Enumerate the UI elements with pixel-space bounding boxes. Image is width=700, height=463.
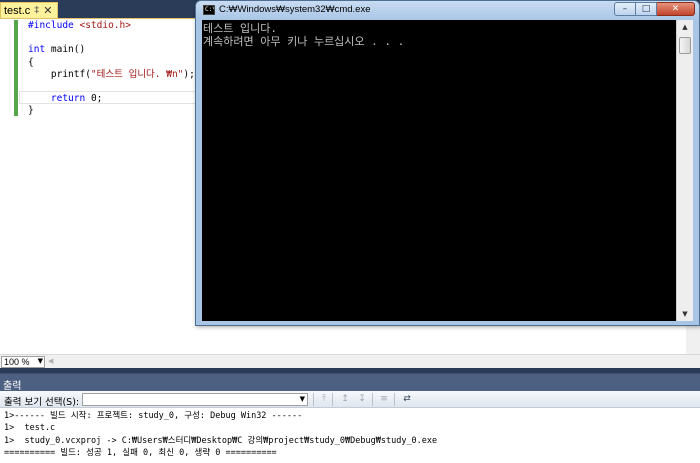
zoom-level-value: 100 %: [4, 357, 30, 367]
code-token: return: [50, 93, 86, 105]
minimize-button[interactable]: –: [614, 2, 636, 16]
code-token: printf(: [28, 68, 91, 80]
code-line[interactable]: printf("테스트 입니다. ₩n");: [28, 69, 195, 81]
code-line[interactable]: }: [28, 105, 195, 117]
console-output-text: 테스트 입니다. 계속하려면 아무 키나 누르십시오 . . .: [203, 22, 405, 48]
console-window[interactable]: C:\ C:₩Windows₩system32₩cmd.exe – □ ✕ 테스…: [195, 0, 700, 326]
scroll-up-arrow-icon[interactable]: ▲: [677, 20, 693, 34]
scrollbar-thumb[interactable]: [679, 37, 691, 54]
close-icon[interactable]: ✕: [43, 5, 52, 16]
code-line[interactable]: #include <stdio.h>: [28, 20, 195, 32]
scroll-down-arrow-icon[interactable]: ▼: [677, 307, 693, 321]
clear-all-icon[interactable]: ≡: [378, 394, 390, 405]
code-token: "테스트 입니다. ₩n": [90, 68, 184, 80]
console-app-icon[interactable]: C:\: [203, 5, 215, 15]
code-line[interactable]: return 0;: [28, 93, 195, 105]
toolbar-divider: [394, 393, 395, 406]
output-toolbar: 출력 보기 선택(S): ▼ ⤒ ↥ ↧ ≡ ⇄: [0, 391, 700, 408]
maximize-button[interactable]: □: [636, 2, 657, 16]
output-content[interactable]: 1>------ 빌드 시작: 프로젝트: study_0, 구성: Debug…: [0, 408, 700, 463]
output-line: 1> test.c: [4, 423, 56, 434]
chevron-down-icon[interactable]: ▼: [300, 395, 305, 403]
editor-gutter[interactable]: [0, 19, 14, 355]
toolbar-divider: [372, 393, 373, 406]
code-token: }: [28, 105, 34, 117]
code-token: );: [183, 68, 195, 80]
code-line[interactable]: [28, 32, 195, 44]
code-token: 0;: [85, 93, 103, 105]
code-token: int: [28, 44, 46, 56]
console-titlebar[interactable]: C:\ C:₩Windows₩system32₩cmd.exe – □ ✕: [196, 1, 699, 20]
code-line[interactable]: {: [28, 57, 195, 69]
visual-studio-ide: test.c ‡ ✕ #include <stdio.h> int main(){…: [0, 0, 700, 463]
code-token: #include: [28, 20, 80, 31]
source-code[interactable]: #include <stdio.h> int main(){ printf("테스…: [28, 20, 195, 118]
window-controls: – □ ✕: [614, 2, 695, 16]
output-line: 1>------ 빌드 시작: 프로젝트: study_0, 구성: Debug…: [4, 411, 303, 421]
code-line[interactable]: [28, 81, 195, 93]
tab-test-c[interactable]: test.c ‡ ✕: [0, 2, 58, 18]
word-wrap-icon[interactable]: ⇄: [401, 394, 413, 405]
chevron-down-icon[interactable]: ▼: [38, 357, 43, 365]
tab-label: test.c: [4, 4, 31, 17]
pin-icon[interactable]: ‡: [34, 5, 39, 16]
toolbar-divider: [332, 393, 333, 406]
goto-next-message-icon[interactable]: ↥: [339, 394, 351, 405]
console-vertical-scrollbar[interactable]: ▲ ▼: [676, 20, 693, 321]
output-line: ========== 빌드: 성공 1, 실패 0, 최신 0, 생략 0 ==…: [4, 447, 277, 458]
scroll-left-arrow-icon[interactable]: ◀: [48, 357, 53, 365]
output-panel-title: 출력: [3, 381, 22, 392]
code-line[interactable]: int main(): [28, 44, 195, 56]
close-window-button[interactable]: ✕: [657, 2, 695, 16]
output-line: 1> study_0.vcxproj -> C:₩Users₩스터디₩Deskt…: [4, 435, 438, 446]
output-log[interactable]: 1>------ 빌드 시작: 프로젝트: study_0, 구성: Debug…: [4, 410, 437, 459]
output-panel-titlebar[interactable]: 출력: [0, 373, 700, 392]
find-message-icon[interactable]: ↧: [356, 394, 368, 405]
console-title: C:₩Windows₩system32₩cmd.exe: [219, 4, 371, 15]
output-source-label: 출력 보기 선택(S):: [4, 397, 80, 408]
code-token: main(): [45, 44, 86, 56]
change-tracking-bar: [14, 20, 18, 116]
goto-prev-message-icon[interactable]: ⤒: [318, 394, 330, 405]
output-source-select[interactable]: ▼: [82, 393, 308, 406]
code-token: {: [28, 56, 34, 68]
console-output-area[interactable]: 테스트 입니다. 계속하려면 아무 키나 누르십시오 . . .: [202, 20, 676, 321]
zoom-level-select[interactable]: 100 % ▼: [1, 356, 45, 368]
toolbar-divider: [313, 393, 314, 406]
editor-zoom-bar: 100 % ▼ ◀: [0, 354, 700, 368]
code-token: <stdio.h>: [79, 20, 131, 31]
